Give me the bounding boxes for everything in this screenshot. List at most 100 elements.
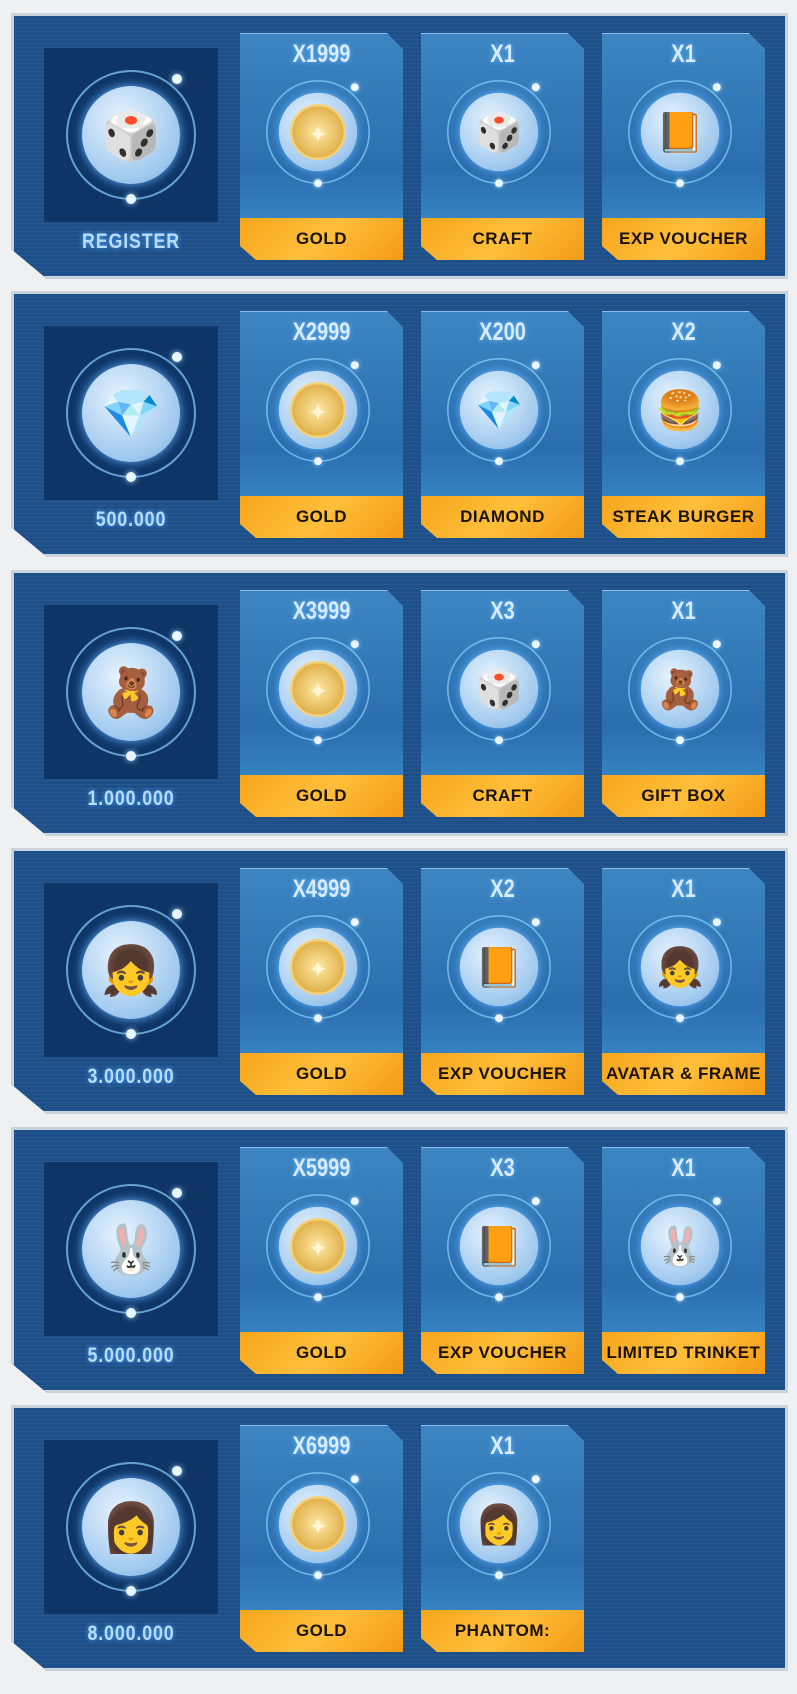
mystery-cube-icon: 🎲 (82, 86, 180, 184)
teddy-gift-icon: 🧸 (82, 643, 180, 741)
reward-quantity: X2 (671, 318, 696, 346)
reward-name: GOLD (240, 1610, 403, 1652)
item-orb: ✦ (266, 80, 370, 184)
diamond-icon: 💎 (460, 371, 538, 449)
reward-card[interactable]: X1 🧸 GIFT BOX (602, 590, 765, 817)
item-orb: 🧸 (628, 637, 732, 741)
item-orb: 📙 (628, 80, 732, 184)
item-orb: 🐰 (628, 1194, 732, 1298)
item-orb: ✦ (266, 637, 370, 741)
reward-name: CRAFT MATERIALS (421, 218, 584, 260)
reward-name: STEAK BURGER (602, 496, 765, 538)
gold-coin-icon: ✦ (279, 1207, 357, 1285)
mystery-cube-icon: 🎲 (460, 93, 538, 171)
reward-quantity: X3 (490, 597, 515, 625)
reward-tier-panel: 👩 8.000.000 X6999 ✦ GOLD X1 👩 PHANTOM: SHIRLEY (11, 1405, 788, 1671)
reward-card[interactable]: X2 📙 EXP VOUCHER (421, 868, 584, 1095)
diamond-icon: 💎 (82, 364, 180, 462)
reward-card[interactable]: X1 🐰 LIMITED TRINKET (602, 1147, 765, 1374)
reward-card[interactable]: X200 💎 DIAMOND (421, 311, 584, 538)
reward-quantity: X3999 (292, 597, 351, 625)
tier-threshold-label: 500.000 (95, 508, 167, 531)
item-orb: ✦ (266, 1472, 370, 1576)
reward-quantity: X1 (671, 1154, 696, 1182)
reward-name: DIAMOND (421, 496, 584, 538)
reward-name: LIMITED TRINKET (602, 1332, 765, 1374)
reward-name: PHANTOM: SHIRLEY (421, 1610, 584, 1652)
reward-card[interactable]: X1 📙 EXP VOUCHER (602, 33, 765, 260)
gold-coin-icon: ✦ (279, 650, 357, 728)
reward-card[interactable]: X3999 ✦ GOLD (240, 590, 403, 817)
reward-card[interactable]: X6999 ✦ GOLD (240, 1425, 403, 1652)
item-orb: 🎲 (66, 70, 196, 200)
bunny-ears-icon: 🐰 (641, 1207, 719, 1285)
tier-icon-box: 🎲 (44, 48, 218, 222)
reward-quantity: X200 (479, 318, 526, 346)
reward-card[interactable]: X2999 ✦ GOLD (240, 311, 403, 538)
item-orb: 👧 (66, 905, 196, 1035)
reward-card[interactable]: X4999 ✦ GOLD (240, 868, 403, 1095)
gold-coin-icon: ✦ (279, 1485, 357, 1563)
reward-name: GOLD (240, 1332, 403, 1374)
item-orb: ✦ (266, 358, 370, 462)
reward-name: GOLD (240, 775, 403, 817)
reward-name: EXP VOUCHER (421, 1053, 584, 1095)
reward-card[interactable]: X2 🍔 STEAK BURGER (602, 311, 765, 538)
item-orb: 👧 (628, 915, 732, 1019)
reward-card[interactable]: X1999 ✦ GOLD (240, 33, 403, 260)
reward-tier-panel: 🎲 REGISTER X1999 ✦ GOLD X1 🎲 CRAFT MATERIALS X1 📙… (11, 13, 788, 279)
gold-coin-icon: ✦ (279, 371, 357, 449)
reward-card[interactable]: X1 👧 AVATAR & FRAME (602, 868, 765, 1095)
tier-icon-box: 👧 (44, 883, 218, 1057)
character-portrait-icon: 👩 (460, 1485, 538, 1563)
character-portrait-icon: 👩 (82, 1478, 180, 1576)
item-orb: 👩 (447, 1472, 551, 1576)
reward-name: GOLD (240, 496, 403, 538)
reward-name: EXP VOUCHER (602, 218, 765, 260)
item-orb: 🎲 (447, 637, 551, 741)
reward-name: AVATAR & FRAME (602, 1053, 765, 1095)
reward-quantity: X5999 (292, 1154, 351, 1182)
item-orb: ✦ (266, 1194, 370, 1298)
gold-coin-icon: ✦ (279, 93, 357, 171)
item-orb: 🧸 (66, 627, 196, 757)
tier-threshold-label: 5.000.000 (87, 1344, 175, 1367)
mystery-cube-icon: 🎲 (460, 650, 538, 728)
tier-threshold-label: 8.000.000 (87, 1622, 175, 1645)
reward-tier-panel: 👧 3.000.000 X4999 ✦ GOLD X2 📙 EXP VOUCHER X1 👧 AVA… (11, 848, 788, 1114)
bunny-ears-icon: 🐰 (82, 1200, 180, 1298)
reward-card[interactable]: X5999 ✦ GOLD (240, 1147, 403, 1374)
tier-icon-box: 💎 (44, 326, 218, 500)
item-orb: 🐰 (66, 1184, 196, 1314)
reward-quantity: X6999 (292, 1432, 351, 1460)
reward-name: GIFT BOX (602, 775, 765, 817)
gold-coin-icon: ✦ (279, 928, 357, 1006)
item-orb: 👩 (66, 1462, 196, 1592)
book-icon: 📙 (460, 928, 538, 1006)
reward-card[interactable]: X3 📙 EXP VOUCHER (421, 1147, 584, 1374)
reward-card[interactable]: X1 👩 PHANTOM: SHIRLEY (421, 1425, 584, 1652)
reward-quantity: X1 (490, 1432, 515, 1460)
reward-tier-panel: 💎 500.000 X2999 ✦ GOLD X200 💎 DIAMOND X2 🍔 STEAK B… (11, 291, 788, 557)
reward-quantity: X2999 (292, 318, 351, 346)
tier-icon-box: 🐰 (44, 1162, 218, 1336)
reward-quantity: X1 (671, 40, 696, 68)
tier-threshold-label: 1.000.000 (87, 787, 175, 810)
avatar-frame-icon: 👧 (82, 921, 180, 1019)
item-orb: 📙 (447, 1194, 551, 1298)
reward-name: EXP VOUCHER (421, 1332, 584, 1374)
tier-icon-box: 👩 (44, 1440, 218, 1614)
item-orb: 💎 (66, 348, 196, 478)
item-orb: 📙 (447, 915, 551, 1019)
book-icon: 📙 (641, 93, 719, 171)
tier-threshold-label: 3.000.000 (87, 1065, 175, 1088)
reward-card[interactable]: X1 🎲 CRAFT MATERIALS (421, 33, 584, 260)
tier-icon-box: 🧸 (44, 605, 218, 779)
reward-card[interactable]: X3 🎲 CRAFT MATERIALS (421, 590, 584, 817)
book-icon: 📙 (460, 1207, 538, 1285)
reward-tier-panel: 🧸 1.000.000 X3999 ✦ GOLD X3 🎲 CRAFT MATERIALS X1… (11, 570, 788, 836)
item-orb: 🎲 (447, 80, 551, 184)
reward-quantity: X3 (490, 1154, 515, 1182)
reward-quantity: X2 (490, 875, 515, 903)
burger-icon: 🍔 (641, 371, 719, 449)
